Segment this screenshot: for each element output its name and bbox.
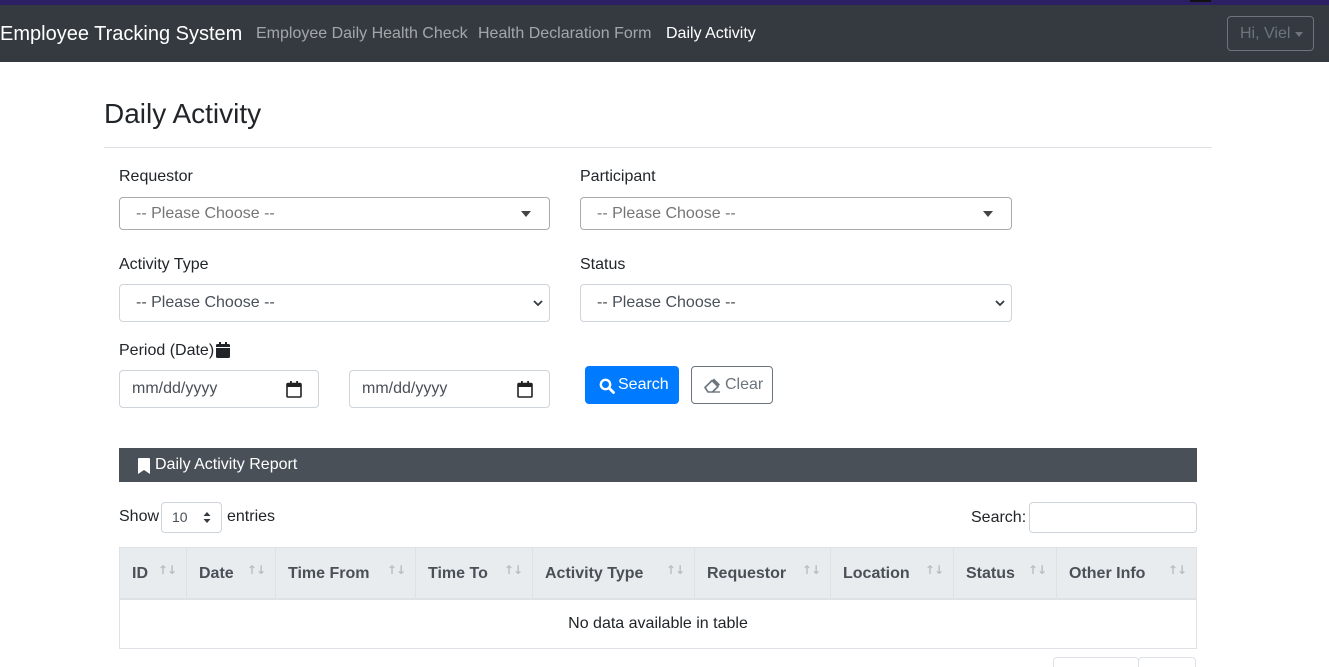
navbar-brand[interactable]: Employee Tracking System <box>0 5 242 62</box>
report-header: Daily Activity Report <box>119 448 1197 482</box>
status-label: Status <box>580 256 626 273</box>
date-from-input[interactable]: mm/dd/yyyy <box>119 370 319 408</box>
page-length-value: 10 <box>172 509 188 525</box>
empty-table-message: No data available in table <box>568 615 748 632</box>
sort-icon: ↑↓ <box>801 563 821 577</box>
bookmark-icon <box>138 458 150 474</box>
calendar-icon <box>216 342 230 358</box>
sort-icon: ↑↓ <box>665 563 685 577</box>
clear-button-label: Clear <box>725 376 764 393</box>
sort-arrows-icon <box>203 512 211 523</box>
pagination-previous[interactable] <box>1053 657 1139 667</box>
column-header-date[interactable]: Date ↑↓ <box>187 548 276 599</box>
column-header-time-from[interactable]: Time From ↑↓ <box>276 548 416 599</box>
column-header-id[interactable]: ID ↑↓ <box>120 548 187 599</box>
table-body: No data available in table <box>119 600 1197 649</box>
page-length-select[interactable]: 10 <box>161 502 222 533</box>
nav-link-health-check[interactable]: Employee Daily Health Check <box>256 5 468 62</box>
user-menu-label: Hi, Viel <box>1240 25 1291 42</box>
dropdown-arrow-icon <box>983 211 993 217</box>
activity-type-select[interactable]: -- Please Choose -- <box>119 284 550 322</box>
status-select-value: -- Please Choose -- <box>597 294 736 311</box>
column-header-location[interactable]: Location ↑↓ <box>831 548 954 599</box>
report-title: Daily Activity Report <box>155 456 298 473</box>
title-divider <box>104 147 1212 148</box>
requestor-select[interactable]: -- Please Choose -- <box>119 197 550 230</box>
table-search-input[interactable] <box>1029 502 1197 533</box>
chevron-down-icon <box>533 300 543 307</box>
user-menu-button[interactable]: Hi, Viel <box>1227 16 1314 51</box>
entries-label: entries <box>227 508 276 525</box>
activity-type-label: Activity Type <box>119 256 209 273</box>
calendar-picker-icon[interactable] <box>286 381 302 398</box>
sort-icon: ↑↓ <box>924 563 944 577</box>
date-to-input[interactable]: mm/dd/yyyy <box>349 370 550 408</box>
nav-link-daily-activity[interactable]: Daily Activity <box>666 5 756 62</box>
status-select[interactable]: -- Please Choose -- <box>580 284 1012 322</box>
column-header-requestor[interactable]: Requestor ↑↓ <box>695 548 831 599</box>
calendar-picker-icon[interactable] <box>517 381 533 398</box>
table-header: ID ↑↓ Date ↑↓ Time From ↑↓ Time To ↑↓ Activi… <box>119 547 1197 600</box>
chevron-down-icon <box>995 300 1005 307</box>
sort-icon: ↑↓ <box>157 563 177 577</box>
sort-icon: ↑↓ <box>246 563 266 577</box>
participant-select[interactable]: -- Please Choose -- <box>580 197 1012 230</box>
column-header-time-to[interactable]: Time To ↑↓ <box>416 548 533 599</box>
nav-link-health-declaration[interactable]: Health Declaration Form <box>478 5 651 62</box>
search-button-label: Search <box>618 376 669 393</box>
sort-icon: ↑↓ <box>503 563 523 577</box>
pagination-next[interactable] <box>1138 657 1196 667</box>
column-header-activity-type[interactable]: Activity Type ↑↓ <box>533 548 695 599</box>
navbar: Employee Tracking System Employee Daily … <box>0 5 1329 62</box>
page-title: Daily Activity <box>104 98 262 129</box>
participant-select-value: -- Please Choose -- <box>597 205 736 222</box>
participant-label: Participant <box>580 168 656 185</box>
dropdown-arrow-icon <box>521 211 531 217</box>
sort-icon: ↑↓ <box>1027 563 1047 577</box>
period-label: Period (Date) <box>119 342 215 359</box>
sort-icon: ↑↓ <box>386 563 406 577</box>
eraser-icon <box>704 378 720 393</box>
date-from-placeholder: mm/dd/yyyy <box>132 380 218 397</box>
date-to-placeholder: mm/dd/yyyy <box>362 380 448 397</box>
sort-icon: ↑↓ <box>1167 563 1187 577</box>
table-search-label: Search: <box>971 509 1027 526</box>
requestor-label: Requestor <box>119 168 193 185</box>
show-label: Show <box>119 508 160 525</box>
column-header-other-info[interactable]: Other Info ↑↓ <box>1057 548 1196 599</box>
clear-button[interactable]: Clear <box>691 366 773 404</box>
caret-down-icon <box>1295 32 1303 37</box>
column-header-status[interactable]: Status ↑↓ <box>954 548 1057 599</box>
search-button[interactable]: Search <box>585 366 679 404</box>
search-icon <box>599 378 615 394</box>
activity-type-select-value: -- Please Choose -- <box>136 294 275 311</box>
requestor-select-value: -- Please Choose -- <box>136 205 275 222</box>
